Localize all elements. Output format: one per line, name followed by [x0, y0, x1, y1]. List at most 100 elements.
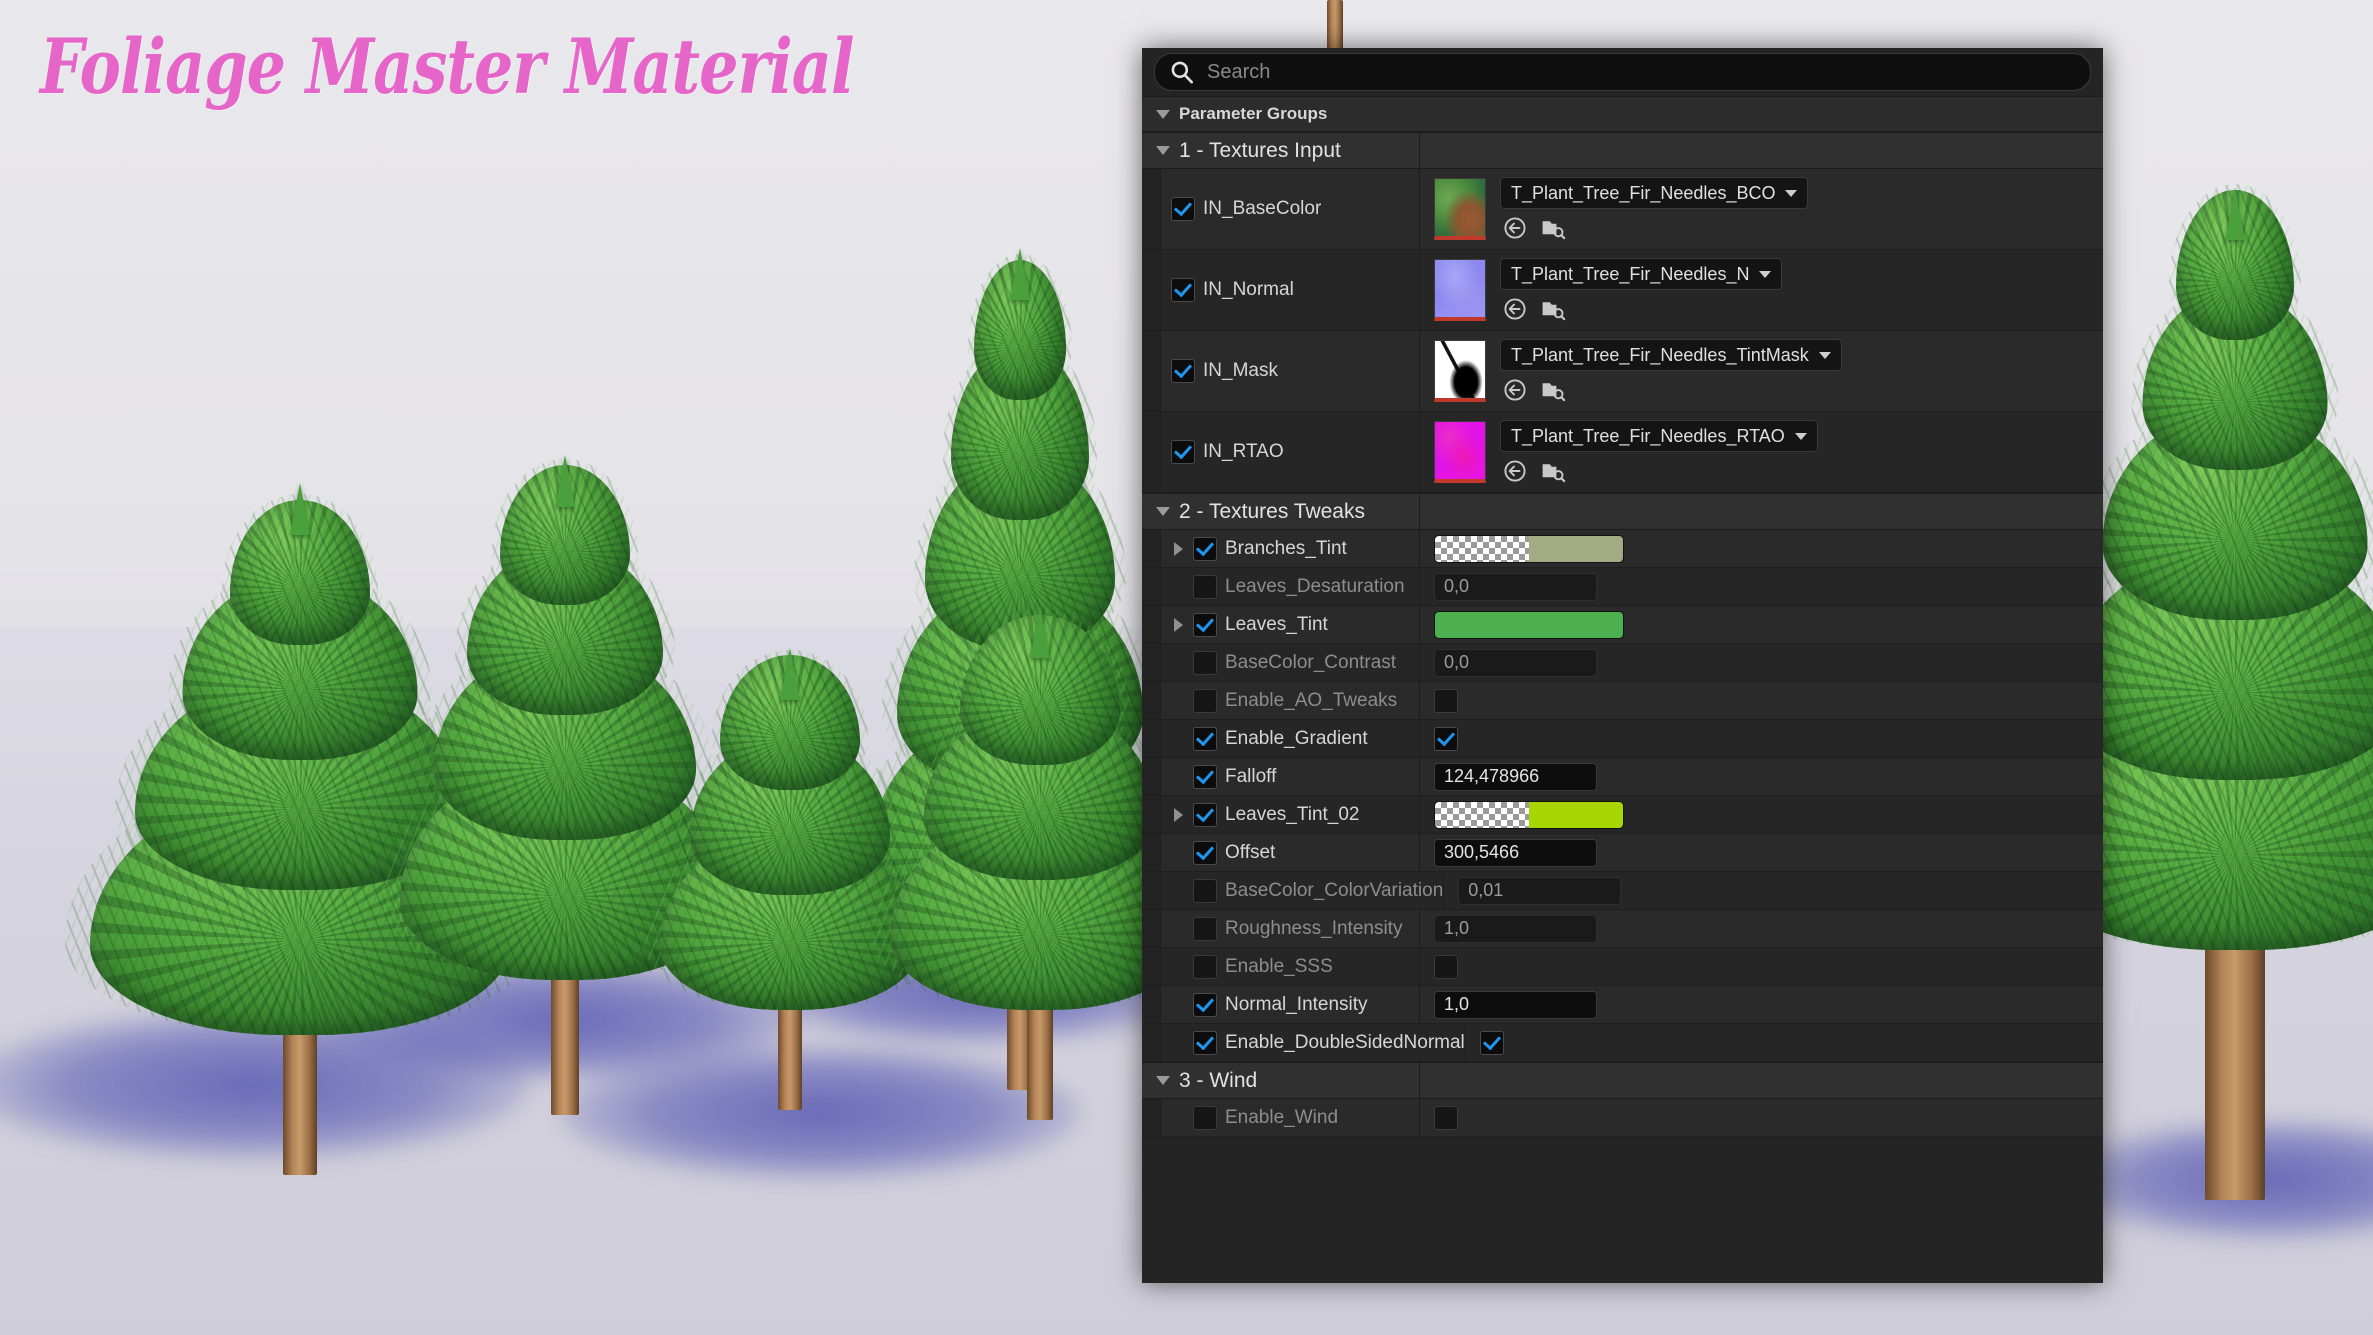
number-input[interactable]: 124,478966	[1434, 762, 1597, 791]
parameter-name-cell: Roughness_Intensity	[1161, 910, 1420, 947]
asset-picker-dropdown[interactable]: T_Plant_Tree_Fir_Needles_RTAO	[1500, 420, 1818, 452]
parameter-enable-checkbox[interactable]	[1193, 650, 1217, 675]
parameter-row: IN_RTAO T_Plant_Tree_Fir_Needles_RTAO	[1142, 412, 2103, 493]
parameter-enable-checkbox[interactable]	[1193, 574, 1217, 599]
use-selected-asset-icon[interactable]	[1502, 296, 1528, 322]
parameter-enable-checkbox[interactable]	[1193, 916, 1217, 941]
parameter-name: IN_Normal	[1203, 279, 1294, 300]
number-input[interactable]: 1,0	[1434, 990, 1597, 1019]
parameter-value-cell: T_Plant_Tree_Fir_Needles_N	[1420, 250, 2103, 330]
chevron-down-icon	[1156, 146, 1170, 155]
row-indent-gutter	[1142, 568, 1161, 605]
use-selected-asset-icon[interactable]	[1502, 377, 1528, 403]
use-selected-asset-icon[interactable]	[1502, 458, 1528, 484]
texture-thumbnail[interactable]	[1434, 178, 1486, 240]
color-swatch[interactable]	[1434, 534, 1624, 563]
parameter-enable-checkbox[interactable]	[1193, 992, 1217, 1017]
color-swatch[interactable]	[1434, 610, 1624, 639]
chevron-down-icon	[1785, 189, 1798, 197]
row-indent-gutter	[1142, 834, 1161, 871]
parameter-enable-checkbox[interactable]	[1193, 802, 1217, 827]
texture-thumbnail[interactable]	[1434, 421, 1486, 483]
parameter-name: Roughness_Intensity	[1225, 917, 1403, 939]
parameter-enable-checkbox[interactable]	[1171, 197, 1195, 221]
parameter-enable-checkbox[interactable]	[1193, 954, 1217, 979]
parameter-name: IN_Mask	[1203, 360, 1278, 381]
tree-top-tip	[2225, 188, 2245, 240]
expand-arrow-icon[interactable]	[1171, 807, 1185, 822]
parameter-name: Enable_AO_Tweaks	[1225, 689, 1398, 711]
group-label: 3 - Wind	[1179, 1068, 1258, 1092]
parameter-name-cell: Branches_Tint	[1161, 530, 1420, 567]
search-box[interactable]	[1154, 53, 2091, 91]
asset-picker-dropdown[interactable]: T_Plant_Tree_Fir_Needles_BCO	[1500, 177, 1809, 209]
number-input[interactable]: 0,0	[1434, 648, 1597, 677]
expand-arrow-icon[interactable]	[1171, 541, 1185, 556]
parameter-enable-checkbox[interactable]	[1171, 278, 1195, 302]
parameter-row: Offset 300,5466	[1142, 834, 2103, 872]
texture-thumbnail[interactable]	[1434, 259, 1486, 321]
value-checkbox[interactable]	[1434, 688, 1458, 713]
parameter-enable-checkbox[interactable]	[1193, 1105, 1217, 1130]
parameter-row: Roughness_Intensity 1,0	[1142, 910, 2103, 948]
value-checkbox[interactable]	[1479, 1030, 1504, 1055]
browse-to-asset-icon[interactable]	[1540, 296, 1566, 322]
value-checkbox[interactable]	[1434, 726, 1458, 751]
parameter-row: Enable_AO_Tweaks	[1142, 682, 2103, 720]
number-input[interactable]: 300,5466	[1434, 838, 1597, 867]
parameter-value-cell: T_Plant_Tree_Fir_Needles_TintMask	[1420, 331, 2103, 411]
group-header-textures-input[interactable]: 1 - Textures Input	[1142, 132, 2103, 169]
tree-top-tip	[1010, 248, 1030, 300]
parameter-enable-checkbox[interactable]	[1193, 688, 1217, 713]
parameter-value-cell	[1420, 606, 2103, 643]
parameter-enable-checkbox[interactable]	[1193, 536, 1217, 561]
row-indent-gutter	[1142, 1099, 1161, 1136]
group-header-wind[interactable]: 3 - Wind	[1142, 1062, 2103, 1099]
parameter-name-cell: Offset	[1161, 834, 1420, 871]
parameter-row: Normal_Intensity 1,0	[1142, 986, 2103, 1024]
parameter-enable-checkbox[interactable]	[1193, 764, 1217, 789]
search-input[interactable]	[1205, 59, 2076, 85]
page-title: Foliage Master Material	[40, 22, 855, 112]
number-input[interactable]: 1,0	[1434, 914, 1597, 943]
parameter-groups-header[interactable]: Parameter Groups	[1142, 96, 2103, 132]
number-value: 1,0	[1444, 994, 1470, 1014]
parameter-name-cell: BaseColor_Contrast	[1161, 644, 1420, 681]
use-selected-asset-icon[interactable]	[1502, 215, 1528, 241]
parameter-row: Enable_Gradient	[1142, 720, 2103, 758]
expand-arrow-icon[interactable]	[1171, 617, 1185, 632]
parameter-enable-checkbox[interactable]	[1193, 612, 1217, 637]
parameter-name-cell: Enable_AO_Tweaks	[1161, 682, 1420, 719]
parameter-enable-checkbox[interactable]	[1171, 440, 1195, 464]
parameter-row: Leaves_Tint	[1142, 606, 2103, 644]
number-input[interactable]: 0,0	[1434, 572, 1597, 601]
parameter-enable-checkbox[interactable]	[1193, 840, 1217, 865]
parameter-enable-checkbox[interactable]	[1193, 878, 1217, 903]
texture-thumbnail[interactable]	[1434, 340, 1486, 402]
tree-top-tip	[1030, 606, 1050, 658]
parameter-name-cell: Leaves_Tint_02	[1161, 796, 1420, 833]
parameter-enable-checkbox[interactable]	[1193, 726, 1217, 751]
row-indent-gutter	[1142, 758, 1161, 795]
parameter-name-cell: Normal_Intensity	[1161, 986, 1420, 1023]
browse-to-asset-icon[interactable]	[1540, 458, 1566, 484]
parameter-name: IN_BaseColor	[1203, 198, 1322, 219]
parameter-name: Normal_Intensity	[1225, 993, 1368, 1015]
tree-trunk-sliver	[1327, 0, 1343, 52]
group-header-textures-tweaks[interactable]: 2 - Textures Tweaks	[1142, 493, 2103, 530]
value-checkbox[interactable]	[1434, 1105, 1458, 1130]
color-swatch[interactable]	[1434, 800, 1624, 829]
parameter-value-cell: 1,0	[1420, 910, 2103, 947]
asset-picker-dropdown[interactable]: T_Plant_Tree_Fir_Needles_TintMask	[1500, 339, 1842, 371]
parameter-value-cell: 0,0	[1420, 644, 2103, 681]
asset-picker-dropdown[interactable]: T_Plant_Tree_Fir_Needles_N	[1500, 258, 1783, 290]
row-indent-gutter	[1142, 530, 1161, 567]
browse-to-asset-icon[interactable]	[1540, 377, 1566, 403]
row-indent-gutter	[1142, 169, 1161, 249]
number-input[interactable]: 0,01	[1458, 876, 1622, 905]
parameter-enable-checkbox[interactable]	[1193, 1030, 1217, 1055]
browse-to-asset-icon[interactable]	[1540, 215, 1566, 241]
parameter-name: Enable_DoubleSidedNormal	[1225, 1031, 1465, 1053]
parameter-enable-checkbox[interactable]	[1171, 359, 1195, 383]
value-checkbox[interactable]	[1434, 954, 1458, 979]
